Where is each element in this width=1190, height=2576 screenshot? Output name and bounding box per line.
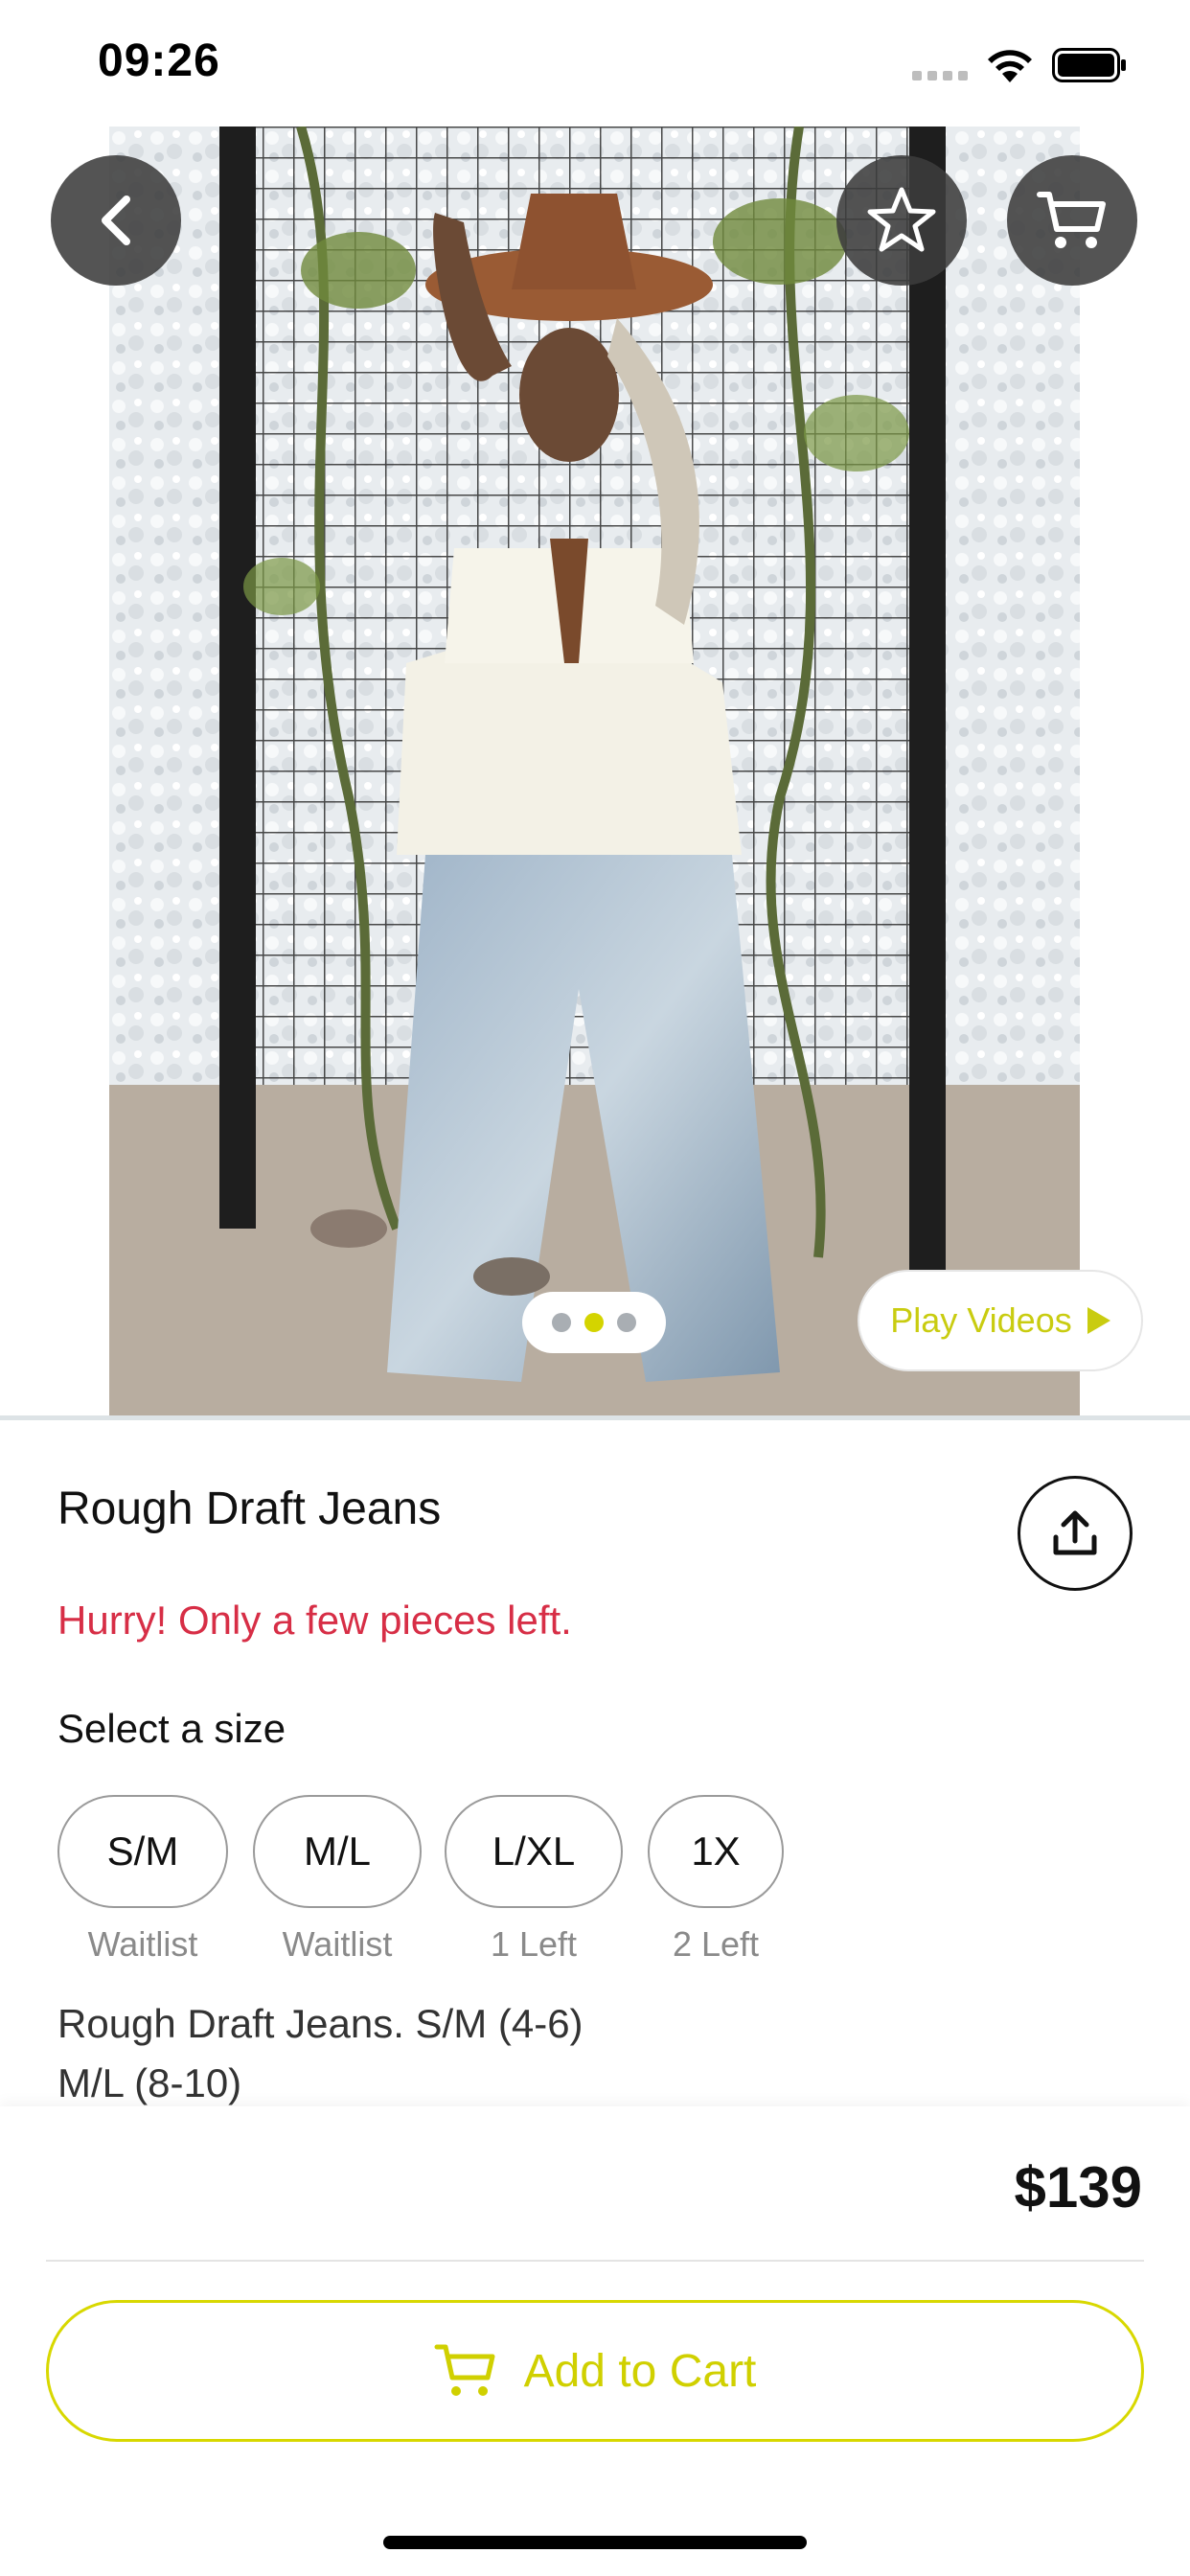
share-icon: [1053, 1510, 1097, 1555]
back-arrow-icon: [102, 196, 130, 245]
product-description-line: M/L (8-10): [57, 2060, 242, 2105]
star-icon: [867, 187, 936, 252]
product-photo-illustration: [109, 126, 1080, 1418]
cart-button[interactable]: [1007, 155, 1137, 286]
share-button[interactable]: [1018, 1476, 1133, 1591]
size-heading: Select a size: [57, 1706, 286, 1751]
cart-icon: [434, 2344, 495, 2396]
wifi-icon: [988, 50, 1032, 82]
status-bar: 09:26: [0, 0, 1190, 126]
status-time: 09:26: [98, 35, 220, 86]
product-price: $139: [1014, 2155, 1142, 2220]
product-gallery[interactable]: Play Videos: [0, 126, 1190, 1420]
play-icon: [1087, 1307, 1110, 1334]
page-dot[interactable]: [552, 1313, 571, 1332]
page-dot-active[interactable]: [584, 1313, 604, 1332]
hero-divider: [0, 1415, 1190, 1420]
add-to-cart-button[interactable]: Add to Cart: [46, 2300, 1144, 2442]
size-option-m-l[interactable]: M/L: [253, 1795, 422, 1908]
favorite-button[interactable]: [836, 155, 967, 286]
play-videos-button[interactable]: Play Videos: [858, 1270, 1143, 1371]
size-option-s-m[interactable]: S/M: [57, 1795, 228, 1908]
play-videos-label: Play Videos: [890, 1300, 1072, 1340]
size-availability: 2 Left: [672, 1924, 760, 1964]
battery-icon: [1052, 48, 1126, 82]
bottom-divider: [46, 2260, 1144, 2262]
product-description-line: Rough Draft Jeans. S/M (4-6): [57, 2001, 584, 2046]
cart-icon: [1037, 192, 1106, 248]
size-availability: 1 Left: [490, 1924, 578, 1964]
product-photo[interactable]: [109, 126, 1080, 1418]
home-indicator: [383, 2536, 807, 2549]
bottom-bar: $139 Add to Cart: [0, 2106, 1190, 2576]
cellular-signal-icon: [912, 71, 968, 80]
product-title: Rough Draft Jeans: [57, 1484, 442, 1534]
size-availability: Waitlist: [87, 1924, 198, 1964]
add-to-cart-label: Add to Cart: [523, 2345, 757, 2397]
size-option-1x[interactable]: 1X: [648, 1795, 784, 1908]
size-option-l-xl[interactable]: L/XL: [445, 1795, 623, 1908]
page-dot[interactable]: [617, 1313, 636, 1332]
back-button[interactable]: [51, 155, 181, 286]
size-availability: Waitlist: [282, 1924, 393, 1964]
gallery-page-indicator[interactable]: [522, 1292, 666, 1353]
stock-warning: Hurry! Only a few pieces left.: [57, 1598, 572, 1643]
